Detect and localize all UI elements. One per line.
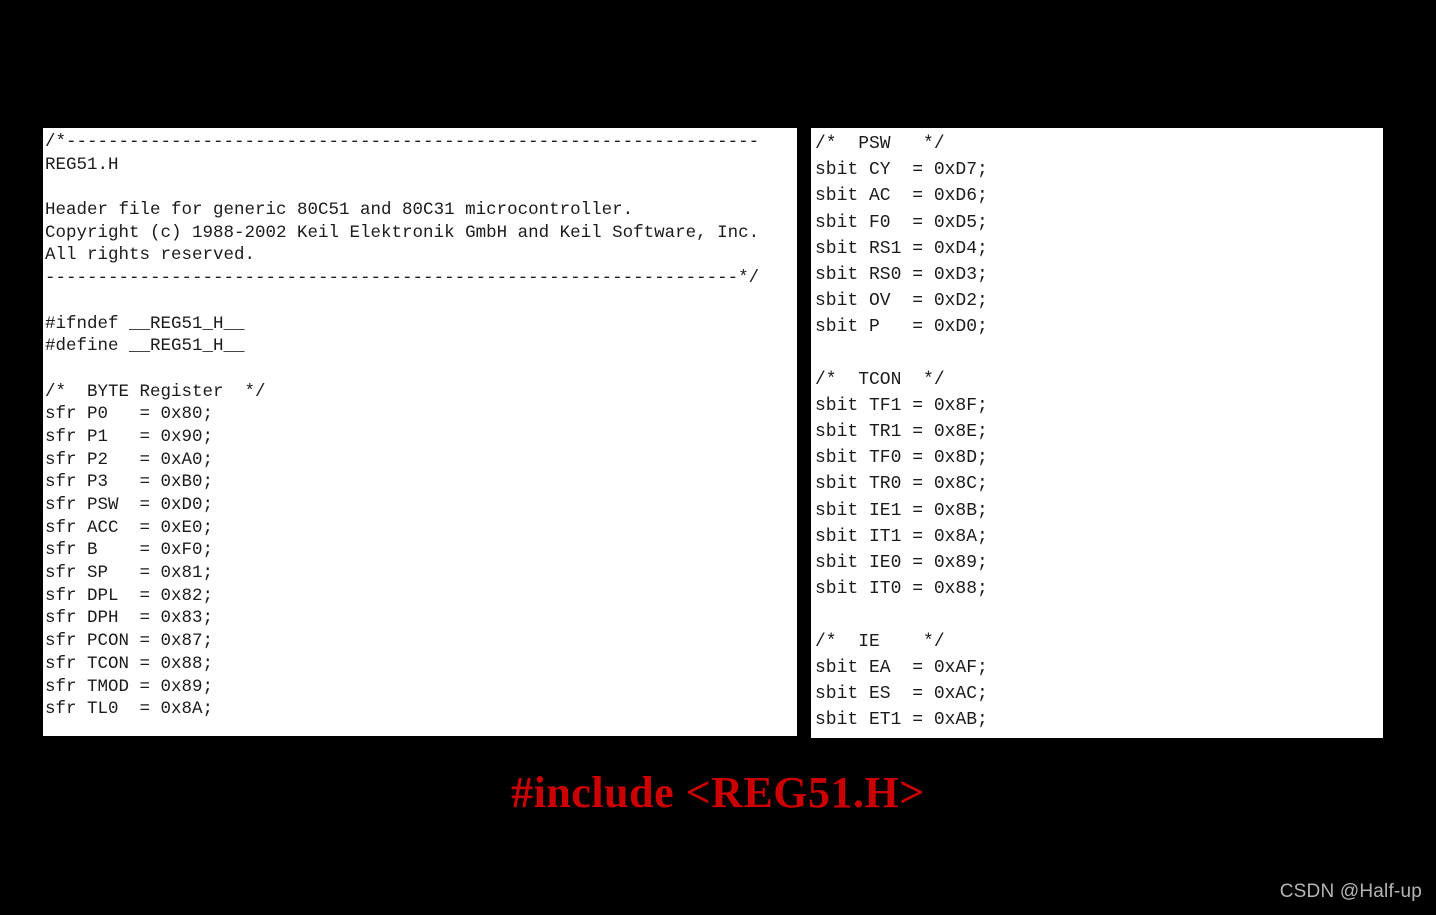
code-line: sfr TL0 = 0x8A;	[45, 699, 214, 720]
code-line: sbit CY = 0xD7;	[815, 160, 988, 181]
code-line: /* BYTE Register */	[45, 381, 266, 402]
code-line: sfr DPL = 0x82;	[45, 585, 214, 606]
code-line: sfr PCON = 0x87;	[45, 631, 214, 652]
code-line: sbit ET1 = 0xAB;	[815, 710, 988, 731]
code-line: sbit RS0 = 0xD3;	[815, 264, 988, 285]
code-line: sbit TF0 = 0x8D;	[815, 448, 988, 469]
code-panel-left: /*--------------------------------------…	[43, 128, 797, 736]
code-line: sbit IE1 = 0x8B;	[815, 500, 988, 521]
code-line: sfr TMOD = 0x89;	[45, 676, 214, 697]
code-line: /*--------------------------------------…	[45, 132, 760, 152]
code-line: sfr DPH = 0x83;	[45, 608, 214, 629]
code-line: sfr SP = 0x81;	[45, 563, 214, 584]
code-line: sbit ES = 0xAC;	[815, 683, 988, 704]
code-line: sfr P2 = 0xA0;	[45, 449, 214, 470]
code-line: /* TCON */	[815, 369, 945, 390]
code-line: Copyright (c) 1988-2002 Keil Elektronik …	[45, 222, 760, 243]
code-line: #ifndef __REG51_H__	[45, 313, 245, 334]
code-line: /* PSW */	[815, 134, 945, 154]
code-line: #define __REG51_H__	[45, 336, 245, 357]
code-line: All rights reserved.	[45, 245, 256, 266]
watermark-label: CSDN @Half-up	[1279, 881, 1422, 902]
code-line: sfr P1 = 0x90;	[45, 426, 214, 447]
code-line: ----------------------------------------…	[45, 268, 760, 289]
code-line: sbit P = 0xD0;	[815, 317, 988, 338]
code-line: REG51.H	[45, 154, 119, 175]
code-line: sbit F0 = 0xD5;	[815, 212, 988, 233]
code-line: sbit TR1 = 0x8E;	[815, 422, 988, 443]
code-line: sfr ACC = 0xE0;	[45, 517, 214, 538]
code-line: sbit TR0 = 0x8C;	[815, 474, 988, 495]
code-line: sbit TF1 = 0x8F;	[815, 395, 988, 416]
code-line: sfr PSW = 0xD0;	[45, 495, 214, 515]
code-line: sbit RS1 = 0xD4;	[815, 238, 988, 259]
code-line: sfr P3 = 0xB0;	[45, 472, 214, 493]
code-line: sfr TCON = 0x88;	[45, 653, 214, 674]
page-caption: #include <REG51.H>	[511, 768, 925, 817]
code-line: sfr P0 = 0x80;	[45, 404, 214, 425]
code-line: /* IE */	[815, 631, 945, 652]
code-line: sbit IT1 = 0x8A;	[815, 526, 988, 547]
code-line: sbit IT0 = 0x88;	[815, 579, 988, 600]
code-line: sbit AC = 0xD6;	[815, 186, 988, 207]
code-line: sbit IE0 = 0x89;	[815, 553, 988, 573]
code-line: Header file for generic 80C51 and 80C31 …	[45, 200, 634, 221]
code-panel-right: /* PSW */ sbit CY = 0xD7; sbit AC = 0xD6; s…	[811, 128, 1383, 738]
code-line: sfr B = 0xF0;	[45, 540, 214, 561]
code-line: sbit EA = 0xAF;	[815, 657, 988, 678]
code-line: sbit OV = 0xD2;	[815, 291, 988, 312]
